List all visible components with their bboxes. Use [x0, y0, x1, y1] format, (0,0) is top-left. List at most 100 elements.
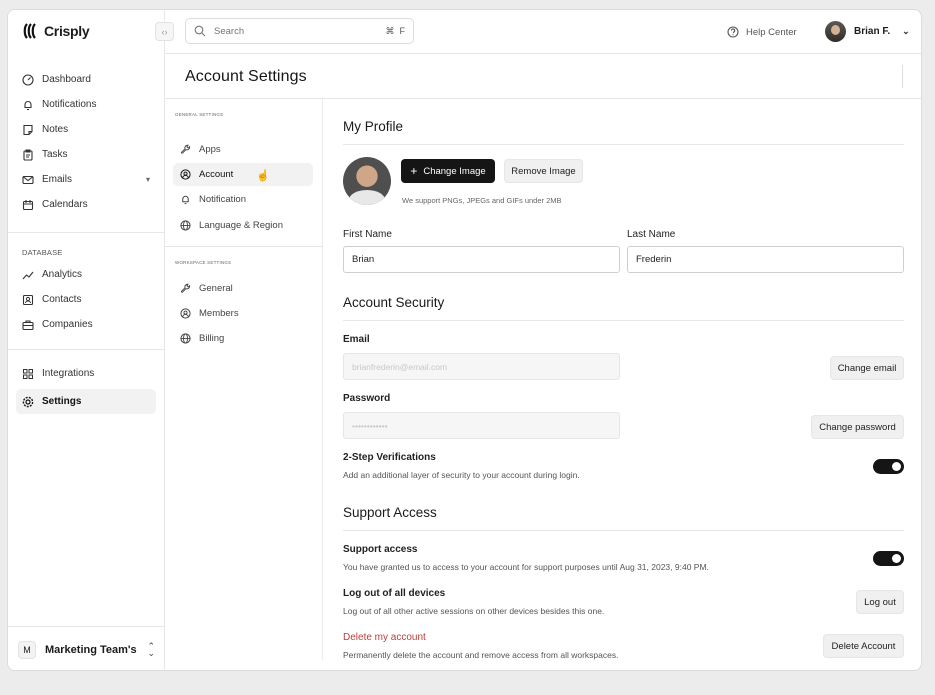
two-step-toggle[interactable] — [873, 459, 904, 474]
sidebar-item-label: Emails — [42, 174, 73, 185]
sidebar-item-label: Companies — [42, 319, 93, 330]
settings-item-account[interactable]: Account ☝ — [173, 163, 313, 186]
chevron-down-icon: ⌄ — [902, 26, 910, 36]
support-access-toggle[interactable] — [873, 551, 904, 566]
settings-item-billing[interactable]: Billing — [173, 327, 313, 350]
change-image-label: Change Image — [423, 165, 486, 177]
sidebar-item-notes[interactable]: Notes — [16, 117, 156, 142]
sidebar-item-label: Integrations — [42, 368, 95, 379]
shortcut-key: F — [399, 25, 406, 36]
logout-button[interactable]: Log out — [856, 590, 904, 614]
user-name: Brian F. — [854, 26, 891, 37]
search-icon — [194, 25, 206, 37]
sidebar-item-label: Settings — [42, 396, 82, 407]
help-icon — [727, 26, 739, 38]
top-bar: ⌘ F Help Center Brian F. ⌄ — [165, 10, 921, 54]
settings-item-label: Notification — [199, 194, 246, 205]
calendar-icon — [22, 199, 34, 210]
delete-account-label[interactable]: Delete my account — [343, 632, 426, 643]
team-switcher[interactable]: M Marketing Team's ⌃ ⌄ — [8, 626, 165, 670]
database-nav: DATABASE Analytics Contacts Companies — [16, 242, 156, 337]
last-name-field[interactable]: Frederin — [627, 246, 904, 273]
settings-item-members[interactable]: Members — [173, 302, 313, 325]
team-initial: M — [18, 640, 36, 659]
account-security-heading: Account Security — [343, 295, 445, 310]
members-icon — [180, 308, 191, 319]
sidebar-item-emails[interactable]: Emails ▾ — [16, 167, 156, 192]
sidebar-item-calendars[interactable]: Calendars — [16, 192, 156, 217]
change-image-button[interactable]: + Change Image — [401, 159, 495, 183]
settings-item-general[interactable]: General — [173, 277, 313, 300]
last-name-label: Last Name — [627, 229, 676, 240]
first-name-field[interactable]: Brian — [343, 246, 620, 273]
main-nav: Dashboard Notifications Notes Tasks Emai… — [16, 67, 156, 217]
database-heading: DATABASE — [22, 247, 63, 257]
sidebar-item-dashboard[interactable]: Dashboard — [16, 67, 156, 92]
section-divider — [343, 530, 904, 531]
command-key: ⌘ — [385, 25, 395, 36]
pointer-cursor-icon: ☝ — [256, 170, 270, 182]
settings-nav-divider — [165, 246, 323, 247]
sidebar-item-label: Tasks — [42, 149, 68, 160]
section-divider — [343, 320, 904, 321]
clipboard-icon — [23, 149, 33, 161]
help-center-link[interactable]: Help Center — [727, 26, 797, 38]
search-shortcut: ⌘ F — [386, 26, 406, 37]
sidebar-item-companies[interactable]: Companies — [16, 312, 156, 337]
search-box[interactable]: ⌘ F — [185, 18, 414, 44]
gear-icon — [22, 396, 34, 407]
sidebar-item-notifications[interactable]: Notifications — [16, 92, 156, 117]
chart-icon — [22, 271, 34, 279]
note-icon — [23, 124, 33, 135]
two-step-description: Add an additional layer of security to y… — [343, 470, 580, 480]
logout-all-label: Log out of all devices — [343, 588, 446, 599]
sidebar-item-label: Analytics — [42, 269, 83, 280]
settings-item-label: Billing — [199, 333, 225, 344]
settings-nav: GENERAL SETTINGS Apps Account ☝ Notifica… — [165, 99, 323, 660]
change-password-button[interactable]: Change password — [811, 415, 904, 439]
settings-item-notification[interactable]: Notification — [173, 188, 313, 211]
sidebar-item-contacts[interactable]: Contacts — [16, 287, 156, 312]
sidebar-item-integrations[interactable]: Integrations — [16, 361, 156, 386]
remove-image-button[interactable]: Remove Image — [504, 159, 583, 183]
user-menu[interactable]: Brian F. ⌄ — [825, 21, 910, 42]
wrench-icon — [180, 283, 191, 293]
logout-all-description: Log out of all other active sessions on … — [343, 606, 605, 616]
chevron-down-icon[interactable]: ▾ — [146, 175, 150, 184]
sidebar-item-label: Notes — [42, 124, 69, 135]
sidebar-item-label: Dashboard — [42, 74, 91, 85]
support-access-label: Support access — [343, 544, 418, 555]
password-label: Password — [343, 393, 391, 404]
search-input[interactable] — [214, 25, 354, 37]
mail-icon — [22, 175, 34, 184]
password-field[interactable]: •••••••••••• — [343, 412, 620, 439]
email-field[interactable]: brianfrederin@email.com — [343, 353, 620, 380]
crisply-logo-icon — [23, 23, 36, 39]
avatar — [825, 21, 846, 42]
change-email-button[interactable]: Change email — [830, 356, 904, 380]
image-upload-hint: We support PNGs, JPEGs and GIFs under 2M… — [402, 196, 562, 205]
sidebar-item-analytics[interactable]: Analytics — [16, 262, 156, 287]
sidebar-item-label: Notifications — [42, 99, 97, 110]
account-icon — [180, 169, 191, 180]
briefcase-icon — [22, 319, 34, 330]
sidebar-item-tasks[interactable]: Tasks — [16, 142, 156, 167]
sidebar-item-settings[interactable]: Settings — [16, 389, 156, 414]
page-title: Account Settings — [185, 68, 307, 85]
dashboard-icon — [22, 73, 34, 86]
section-divider — [343, 144, 904, 145]
settings-item-label: Language & Region — [199, 220, 283, 231]
app-logo[interactable]: Crisply — [23, 23, 90, 39]
sidebar-item-label: Calendars — [42, 199, 88, 210]
globe-icon — [180, 333, 191, 344]
settings-item-apps[interactable]: Apps — [173, 138, 313, 161]
settings-item-label: Members — [199, 308, 239, 319]
first-name-label: First Name — [343, 229, 392, 240]
globe-icon — [180, 220, 191, 231]
settings-item-language-region[interactable]: Language & Region — [173, 214, 313, 237]
sidebar-divider — [8, 349, 165, 350]
email-label: Email — [343, 334, 370, 345]
delete-account-button[interactable]: Delete Account — [823, 634, 904, 658]
settings-item-label: General — [199, 283, 233, 294]
chevron-up-down-icon[interactable]: ⌃ ⌄ — [147, 641, 155, 657]
